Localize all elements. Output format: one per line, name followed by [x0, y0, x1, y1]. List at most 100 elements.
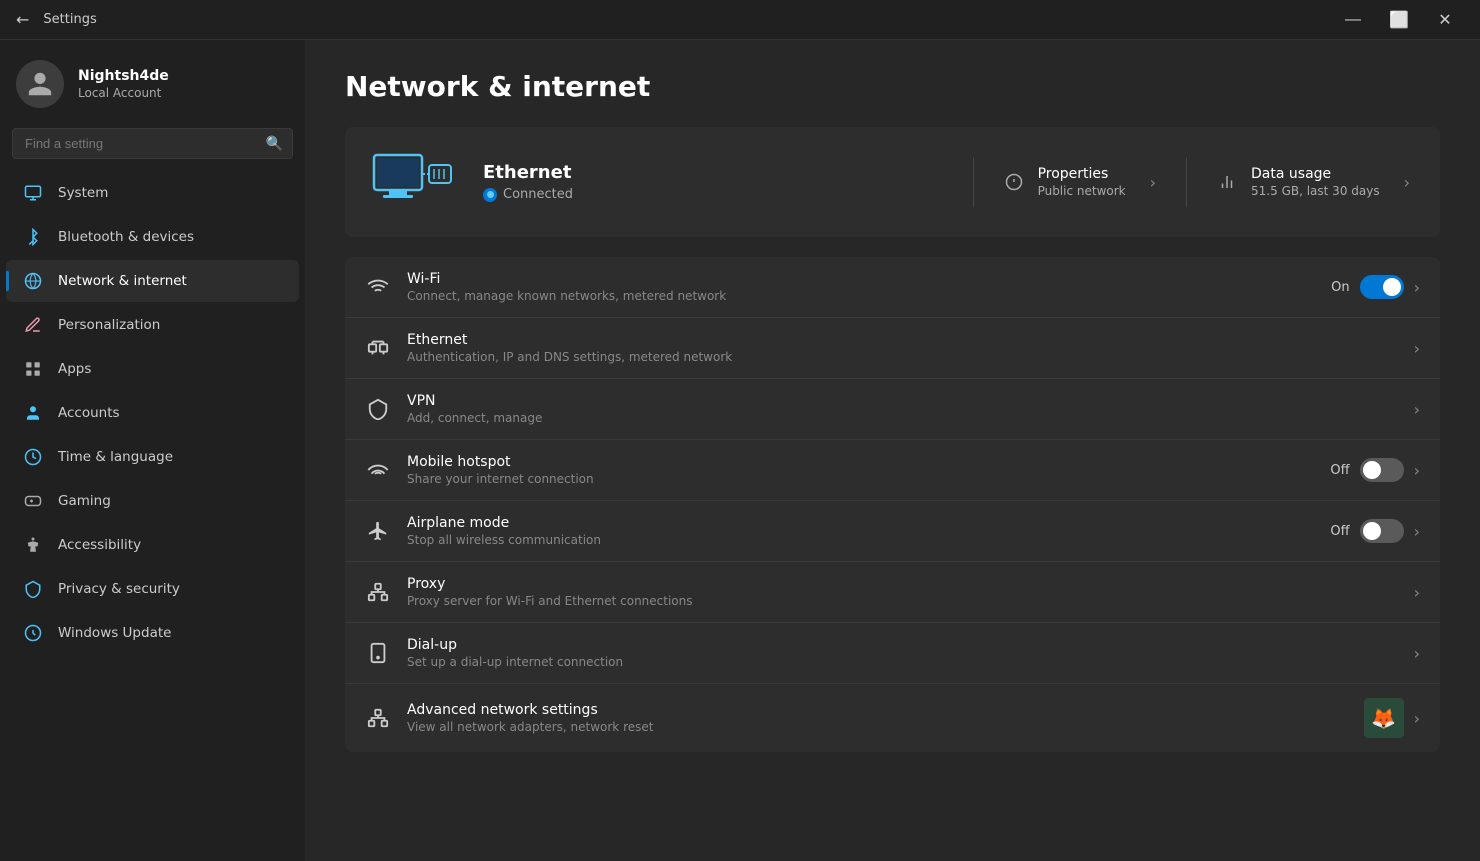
hotspot-sub: Share your internet connection	[407, 472, 1314, 486]
title-bar-controls: — ⬜ ✕	[1330, 4, 1468, 36]
page-title: Network & internet	[345, 70, 1440, 103]
sidebar-item-label: Bluetooth & devices	[58, 229, 194, 245]
data-usage-action[interactable]: Data usage 51.5 GB, last 30 days ›	[1187, 146, 1440, 218]
ethernet-illustration	[369, 147, 459, 217]
airplane-toggle[interactable]	[1360, 519, 1404, 543]
settings-item-dialup[interactable]: Dial-up Set up a dial-up internet connec…	[345, 623, 1440, 684]
advanced-content: Advanced network settings View all netwo…	[407, 702, 1348, 734]
sidebar-item-label: Network & internet	[58, 273, 187, 289]
sidebar-item-system[interactable]: System	[6, 172, 299, 214]
maximize-button[interactable]: ⬜	[1376, 4, 1422, 36]
app-container: Nightsh4de Local Account 🔍 System Blueto…	[0, 40, 1480, 861]
sidebar-item-apps[interactable]: Apps	[6, 348, 299, 390]
advanced-chevron-icon: ›	[1414, 709, 1420, 728]
sidebar-item-label: Time & language	[58, 449, 173, 465]
sidebar-item-label: Apps	[58, 361, 91, 377]
airplane-icon	[365, 518, 391, 544]
sidebar-item-label: Personalization	[58, 317, 160, 333]
settings-item-proxy[interactable]: Proxy Proxy server for Wi-Fi and Etherne…	[345, 562, 1440, 623]
ethernet-hero-icon-wrap	[345, 127, 483, 237]
sidebar-item-gaming[interactable]: Gaming	[6, 480, 299, 522]
search-input[interactable]	[12, 128, 293, 159]
sidebar-item-privacy[interactable]: Privacy & security	[6, 568, 299, 610]
properties-icon	[1004, 172, 1024, 192]
data-usage-label: Data usage	[1251, 166, 1380, 182]
title-bar: ← Settings — ⬜ ✕	[0, 0, 1480, 40]
settings-item-vpn[interactable]: VPN Add, connect, manage ›	[345, 379, 1440, 440]
ethernet-info: Ethernet Connected	[483, 146, 973, 218]
proxy-title: Proxy	[407, 576, 1398, 592]
dialup-content: Dial-up Set up a dial-up internet connec…	[407, 637, 1398, 669]
search-box[interactable]: 🔍	[12, 128, 293, 159]
user-section[interactable]: Nightsh4de Local Account	[0, 40, 305, 124]
sidebar-item-bluetooth[interactable]: Bluetooth & devices	[6, 216, 299, 258]
sidebar-item-label: System	[58, 185, 108, 201]
minimize-button[interactable]: —	[1330, 4, 1376, 36]
privacy-icon	[22, 578, 44, 600]
settings-item-hotspot[interactable]: Mobile hotspot Share your internet conne…	[345, 440, 1440, 501]
settings-list: Wi-Fi Connect, manage known networks, me…	[345, 257, 1440, 752]
time-icon	[22, 446, 44, 468]
ethernet-chevron-icon: ›	[1414, 339, 1420, 358]
ethernet-right: ›	[1414, 339, 1420, 358]
sidebar-item-label: Accessibility	[58, 537, 141, 553]
ethernet-hero-card: Ethernet Connected Properties Public net…	[345, 127, 1440, 237]
sidebar-item-network[interactable]: Network & internet	[6, 260, 299, 302]
settings-item-advanced[interactable]: Advanced network settings View all netwo…	[345, 684, 1440, 752]
vpn-chevron-icon: ›	[1414, 400, 1420, 419]
dialup-icon	[365, 640, 391, 666]
vpn-right: ›	[1414, 400, 1420, 419]
vpn-title: VPN	[407, 393, 1398, 409]
wifi-sub: Connect, manage known networks, metered …	[407, 289, 1315, 303]
proxy-content: Proxy Proxy server for Wi-Fi and Etherne…	[407, 576, 1398, 608]
vpn-sub: Add, connect, manage	[407, 411, 1398, 425]
proxy-sub: Proxy server for Wi-Fi and Ethernet conn…	[407, 594, 1398, 608]
update-icon	[22, 622, 44, 644]
ethernet-list-sub: Authentication, IP and DNS settings, met…	[407, 350, 1398, 364]
settings-item-wifi[interactable]: Wi-Fi Connect, manage known networks, me…	[345, 257, 1440, 318]
sidebar-item-update[interactable]: Windows Update	[6, 612, 299, 654]
properties-text: Properties Public network	[1038, 166, 1126, 198]
advanced-thumb: 🦊	[1364, 698, 1404, 738]
sidebar-item-label: Accounts	[58, 405, 120, 421]
properties-chevron-icon: ›	[1150, 173, 1156, 192]
data-usage-icon	[1217, 172, 1237, 192]
wifi-right: On ›	[1331, 275, 1420, 299]
airplane-title: Airplane mode	[407, 515, 1314, 531]
hotspot-icon	[365, 457, 391, 483]
vpn-content: VPN Add, connect, manage	[407, 393, 1398, 425]
airplane-content: Airplane mode Stop all wireless communic…	[407, 515, 1314, 547]
apps-icon	[22, 358, 44, 380]
bluetooth-icon	[22, 226, 44, 248]
window-title: Settings	[43, 12, 96, 27]
hotspot-toggle[interactable]	[1360, 458, 1404, 482]
network-icon	[22, 270, 44, 292]
properties-label: Properties	[1038, 166, 1126, 182]
ethernet-content: Ethernet Authentication, IP and DNS sett…	[407, 332, 1398, 364]
settings-item-ethernet[interactable]: Ethernet Authentication, IP and DNS sett…	[345, 318, 1440, 379]
wifi-toggle[interactable]	[1360, 275, 1404, 299]
sidebar-item-accessibility[interactable]: Accessibility	[6, 524, 299, 566]
main-content: Network & internet	[305, 40, 1480, 861]
sidebar-item-label: Gaming	[58, 493, 111, 509]
back-icon[interactable]: ←	[16, 10, 29, 29]
connected-dot-icon	[483, 188, 497, 202]
vpn-icon	[365, 396, 391, 422]
data-usage-chevron-icon: ›	[1404, 173, 1410, 192]
wifi-chevron-icon: ›	[1414, 278, 1420, 297]
search-icon: 🔍	[266, 136, 283, 152]
sidebar-item-time[interactable]: Time & language	[6, 436, 299, 478]
proxy-right: ›	[1414, 583, 1420, 602]
close-button[interactable]: ✕	[1422, 4, 1468, 36]
settings-item-airplane[interactable]: Airplane mode Stop all wireless communic…	[345, 501, 1440, 562]
sidebar-item-personalization[interactable]: Personalization	[6, 304, 299, 346]
sidebar-item-accounts[interactable]: Accounts	[6, 392, 299, 434]
hotspot-right: Off ›	[1330, 458, 1420, 482]
accessibility-icon	[22, 534, 44, 556]
properties-action[interactable]: Properties Public network ›	[974, 146, 1186, 218]
ethernet-status: Connected	[483, 187, 973, 202]
user-account-type: Local Account	[78, 86, 169, 100]
advanced-title: Advanced network settings	[407, 702, 1348, 718]
dialup-chevron-icon: ›	[1414, 644, 1420, 663]
advanced-right: 🦊 ›	[1364, 698, 1420, 738]
